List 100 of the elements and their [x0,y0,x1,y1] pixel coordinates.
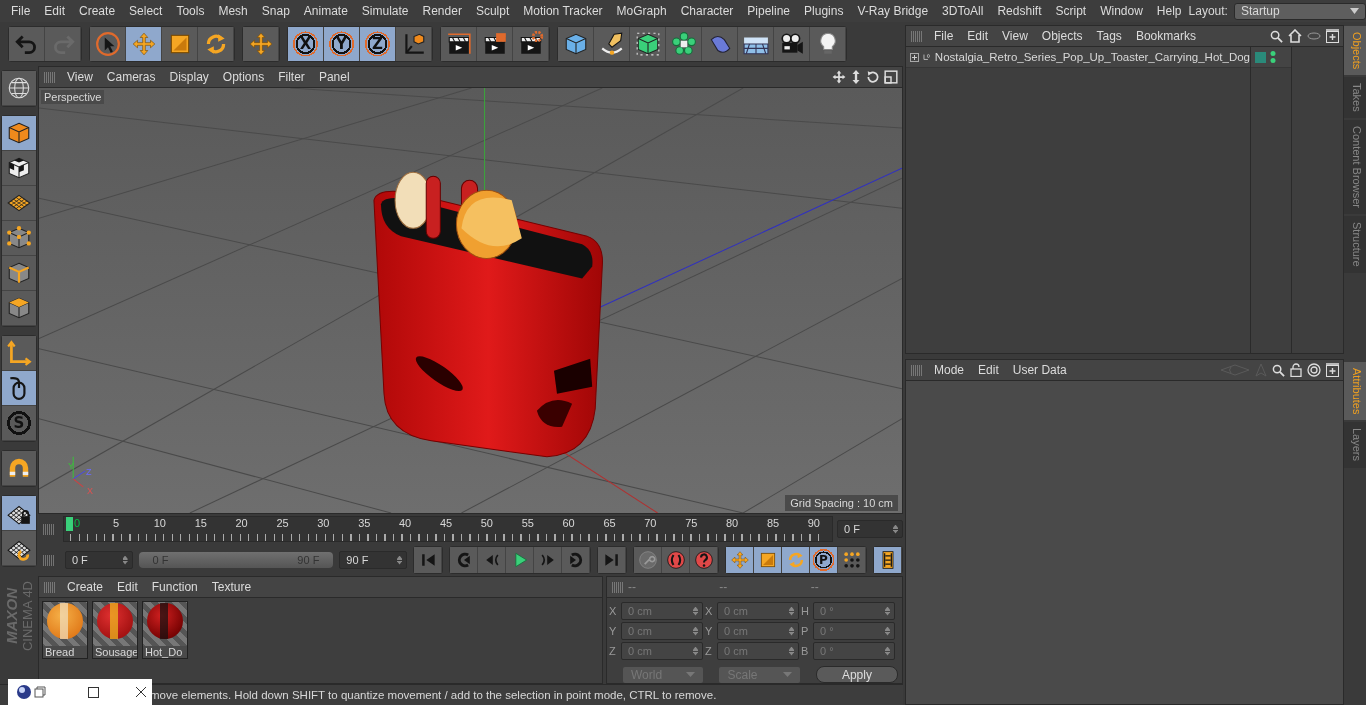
light-button[interactable] [810,27,846,61]
menu-item[interactable]: Edit [110,580,145,594]
expand-toggle[interactable] [910,52,919,62]
current-frame-field[interactable]: 0 F [837,520,903,538]
side-tab[interactable]: Structure [1344,216,1366,273]
rotate-icon[interactable] [866,70,880,84]
unlock-icon[interactable] [1290,363,1302,377]
render-picture-viewer-button[interactable] [477,27,513,61]
menu-item[interactable]: Help [1149,4,1189,18]
timeline-button[interactable] [874,547,902,573]
menu-item[interactable]: Function [144,580,205,594]
menu-item[interactable]: Texture [204,580,259,594]
subdivision-button[interactable] [630,27,666,61]
select-tool-button[interactable] [90,27,126,61]
rotate-tool-button[interactable] [198,27,234,61]
layout-dropdown[interactable]: Startup [1233,2,1366,20]
keyframe-selection-button[interactable] [690,547,718,573]
menu-item[interactable]: Pipeline [740,4,798,18]
previous-key-button[interactable] [450,547,478,573]
menu-item[interactable]: Bookmarks [1128,29,1203,43]
menu-item[interactable]: Window [1093,4,1150,18]
menu-item[interactable]: Snap [254,4,297,18]
material-swatch[interactable]: Hot_Do [142,601,188,659]
planar-workplane-button[interactable] [2,531,36,566]
play-button[interactable] [506,547,534,573]
panel-grip[interactable] [43,554,55,566]
side-tab[interactable]: Layers [1344,422,1366,468]
deformer-button[interactable] [702,27,738,61]
panel-grip[interactable] [612,581,624,593]
cube-button[interactable] [558,27,594,61]
timeline-ruler[interactable]: 0 5 10 15 20 25 30 35 40 45 50 55 60 65 70 75 80 85 90 [63,516,833,542]
polygons-mode-button[interactable] [2,291,36,326]
end-frame-field[interactable]: 90 F [339,551,407,569]
menu-item[interactable]: Render [415,4,469,18]
points-mode-button[interactable] [2,221,36,256]
menu-item[interactable]: Simulate [354,4,416,18]
menu-item[interactable]: 3DToAll [935,4,991,18]
menu-item[interactable]: Edit [971,363,1006,377]
new-panel-icon[interactable] [1326,363,1339,377]
menu-item[interactable]: MoGraph [609,4,674,18]
panel-grip[interactable] [911,364,923,376]
menu-item[interactable]: Objects [1034,29,1090,43]
visibility-dots-icon[interactable] [1270,50,1276,64]
menu-item[interactable]: Edit [960,29,996,43]
restore-icon[interactable] [34,686,46,698]
menu-item[interactable]: User Data [1005,363,1074,377]
search-icon[interactable] [1272,363,1285,377]
cloner-button[interactable] [666,27,702,61]
parameter-button[interactable]: P [810,547,838,573]
next-key-button[interactable] [562,547,590,573]
start-frame-field[interactable]: 0 F [64,551,133,569]
material-swatch[interactable]: Bread [42,601,88,659]
axis-lock-button[interactable]: Y [324,27,360,61]
record-keys-button[interactable] [634,547,662,573]
side-tab[interactable]: Takes [1344,77,1366,119]
undo-button[interactable] [9,27,45,61]
home-icon[interactable] [1288,29,1302,43]
locked-workplane-button[interactable] [2,496,36,531]
menu-item[interactable]: Tags [1089,29,1129,43]
axis-mode-button[interactable] [2,336,36,371]
search-icon[interactable] [1270,29,1283,43]
menu-item[interactable]: Mesh [211,4,255,18]
next-frame-button[interactable] [534,547,562,573]
panel-grip[interactable] [911,30,923,42]
camera-view-button[interactable] [2,71,36,106]
rotate-tool-button[interactable] [782,547,810,573]
workplane-mode-button[interactable] [2,186,36,221]
move-arrows-icon[interactable] [832,70,846,84]
menu-item[interactable]: Panel [311,70,357,84]
new-panel-icon[interactable] [1326,29,1339,43]
point-level-button[interactable] [838,547,866,573]
menu-item[interactable]: Cameras [99,70,163,84]
magnet-button[interactable] [2,451,36,486]
oval-icon[interactable] [1307,32,1321,40]
menu-item[interactable]: V-Ray Bridge [850,4,936,18]
menu-item[interactable]: Edit [37,4,73,18]
menu-item[interactable]: Sculpt [468,4,517,18]
move-tool-button[interactable] [726,547,754,573]
menu-item[interactable]: File [927,29,961,43]
target-icon[interactable] [1307,363,1321,377]
menu-item[interactable]: Display [162,70,216,84]
camera-button[interactable] [774,27,810,61]
model-mode-button[interactable] [2,116,36,151]
move-tool-button[interactable] [126,27,162,61]
go-to-end-button[interactable] [598,547,626,573]
autokey-button[interactable] [662,547,690,573]
menu-item[interactable]: View [60,70,100,84]
menu-item[interactable]: Filter [271,70,312,84]
menu-item[interactable]: Tools [169,4,212,18]
render-settings-button[interactable] [513,27,549,61]
go-to-start-button[interactable] [414,547,442,573]
previous-frame-button[interactable] [478,547,506,573]
panel-grip[interactable] [43,523,55,535]
menu-item[interactable]: Redshift [990,4,1049,18]
menu-item[interactable]: View [995,29,1035,43]
panel-grip[interactable] [44,71,56,83]
menu-item[interactable]: Motion Tracker [516,4,610,18]
axis-lock-button[interactable]: Z [360,27,396,61]
axis-lock-button[interactable]: X [288,27,324,61]
coordinate-system-button[interactable] [396,27,432,61]
